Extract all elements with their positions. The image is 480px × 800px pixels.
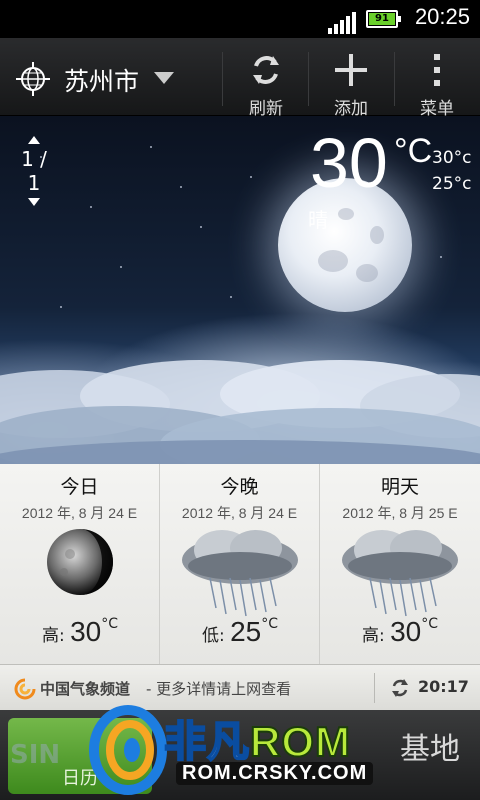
forecast-temp-label: 低: — [201, 626, 225, 646]
refresh-button[interactable]: 刷新 — [226, 44, 306, 119]
location-globe-icon[interactable] — [16, 62, 50, 96]
high-temperature: 30°c — [432, 148, 472, 168]
forecast-today[interactable]: 今日 2012 年, 8 月 24 E 高: 30°C — [0, 464, 160, 664]
forecast-temp-value: 25 — [230, 616, 262, 647]
weather-channel-logo-icon — [14, 678, 36, 700]
forecast-temp-label: 高: — [41, 626, 65, 646]
add-button[interactable]: 添加 — [311, 44, 391, 119]
menu-button[interactable]: 菜单 — [397, 44, 477, 119]
watermark: SIN 非凡ROM 基地 ROM.CRSKY.COM — [10, 700, 480, 800]
forecast-panel: 今日 2012 年, 8 月 24 E 高: 30°C 今晚 2012 年, 8… — [0, 464, 480, 664]
signal-icon — [328, 12, 356, 34]
forecast-temp-unit: °C — [101, 616, 119, 632]
forecast-tonight[interactable]: 今晚 2012 年, 8 月 24 E 低: 25°C — [160, 464, 320, 664]
crsky-logo-icon — [89, 705, 167, 795]
watermark-base: 基地 — [400, 732, 460, 767]
forecast-temp: 高: 30°C — [320, 616, 480, 648]
forecast-temp-label: 高: — [361, 626, 385, 646]
current-weather-panel[interactable]: 1 / 1 30 °C 30°c 25°c 晴 — [0, 116, 480, 464]
refresh-icon — [253, 56, 279, 84]
forecast-title: 今日 — [60, 476, 99, 498]
watermark-faint-text: SIN — [10, 740, 61, 770]
pager-count: 1 / 1 — [21, 147, 47, 195]
weather-channel-message: - 更多详情请上网查看 — [146, 680, 292, 698]
overflow-menu-icon — [434, 54, 440, 86]
location-pager[interactable]: 1 / 1 — [12, 136, 56, 206]
forecast-temp: 高: 30°C — [0, 616, 160, 648]
refresh-icon[interactable] — [390, 678, 410, 698]
forecast-temp-unit: °C — [261, 616, 279, 632]
low-temperature: 25°c — [432, 174, 472, 194]
divider — [374, 673, 375, 703]
rain-cloud-icon — [342, 530, 458, 617]
weather-channel-name[interactable]: 中国气象频道 — [40, 678, 130, 699]
forecast-temp-value: 30 — [390, 616, 422, 647]
temperature-unit: °C — [394, 132, 433, 170]
forecast-date: 2012 年, 8 月 24 E — [181, 505, 298, 521]
weather-condition: 晴 — [308, 208, 328, 232]
divider — [222, 52, 223, 106]
forecast-tomorrow[interactable]: 明天 2012 年, 8 月 25 E 高: 30°C — [320, 464, 480, 664]
forecast-date: 2012 年, 8 月 25 E — [342, 505, 458, 521]
action-bar: 苏州市 刷新 添加 菜单 — [0, 38, 480, 119]
divider — [308, 52, 309, 106]
watermark-name-part2: ROM — [249, 717, 352, 766]
plus-icon — [335, 54, 367, 86]
battery-level: 91 — [369, 13, 395, 25]
rain-cloud-icon — [182, 530, 298, 617]
battery-icon: 91 — [366, 10, 401, 28]
moon-icon — [47, 529, 113, 595]
chevron-down-icon[interactable] — [154, 72, 174, 84]
forecast-temp-value: 30 — [70, 616, 102, 647]
forecast-temp-unit: °C — [421, 616, 439, 632]
forecast-title: 今晚 — [220, 476, 259, 498]
last-updated-time: 20:17 — [418, 677, 469, 696]
watermark-name-part1: 非凡 — [163, 717, 251, 766]
clouds-image — [0, 360, 480, 464]
city-selector[interactable]: 苏州市 — [64, 62, 139, 98]
status-bar: 91 20:25 — [0, 0, 480, 38]
watermark-url: ROM.CRSKY.COM — [176, 762, 374, 785]
forecast-date: 2012 年, 8 月 24 E — [21, 505, 138, 521]
watermark-name: 非凡ROM — [163, 708, 352, 769]
divider — [394, 52, 395, 106]
arrow-up-icon[interactable] — [28, 136, 40, 144]
status-clock: 20:25 — [414, 4, 470, 29]
forecast-temp: 低: 25°C — [160, 616, 320, 648]
current-temperature: 30 — [310, 124, 388, 202]
forecast-title: 明天 — [380, 476, 419, 498]
arrow-down-icon[interactable] — [28, 198, 40, 206]
